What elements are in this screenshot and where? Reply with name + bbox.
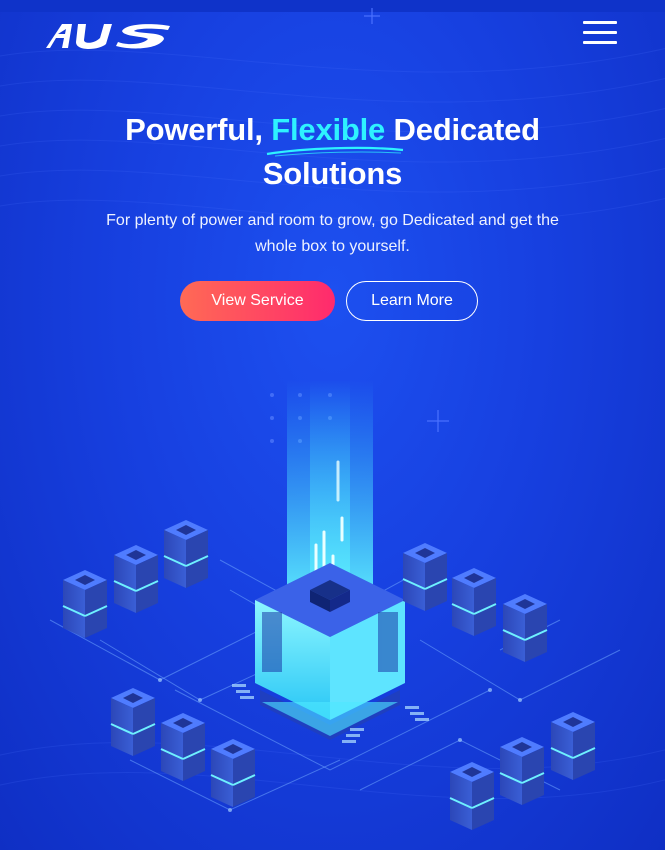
title-accent: Flexible xyxy=(267,108,404,157)
menu-line xyxy=(583,21,617,24)
menu-line xyxy=(583,31,617,34)
hero-subtitle: For plenty of power and room to grow, go… xyxy=(106,212,559,255)
menu-line xyxy=(583,41,617,44)
title-part-1: Powerful, xyxy=(125,112,272,147)
hero-title: Powerful, Flexible Dedicated Solutions xyxy=(60,108,605,196)
hamburger-menu-icon[interactable] xyxy=(583,21,617,47)
view-service-button[interactable]: View Service xyxy=(180,281,335,321)
brand-logo[interactable] xyxy=(44,20,174,50)
learn-more-button[interactable]: Learn More xyxy=(346,281,478,321)
underline-swoosh-icon xyxy=(267,146,404,157)
server-illustration xyxy=(49,380,621,830)
central-server xyxy=(255,563,405,740)
site-header xyxy=(0,14,665,54)
title-accent-text: Flexible xyxy=(271,112,386,147)
